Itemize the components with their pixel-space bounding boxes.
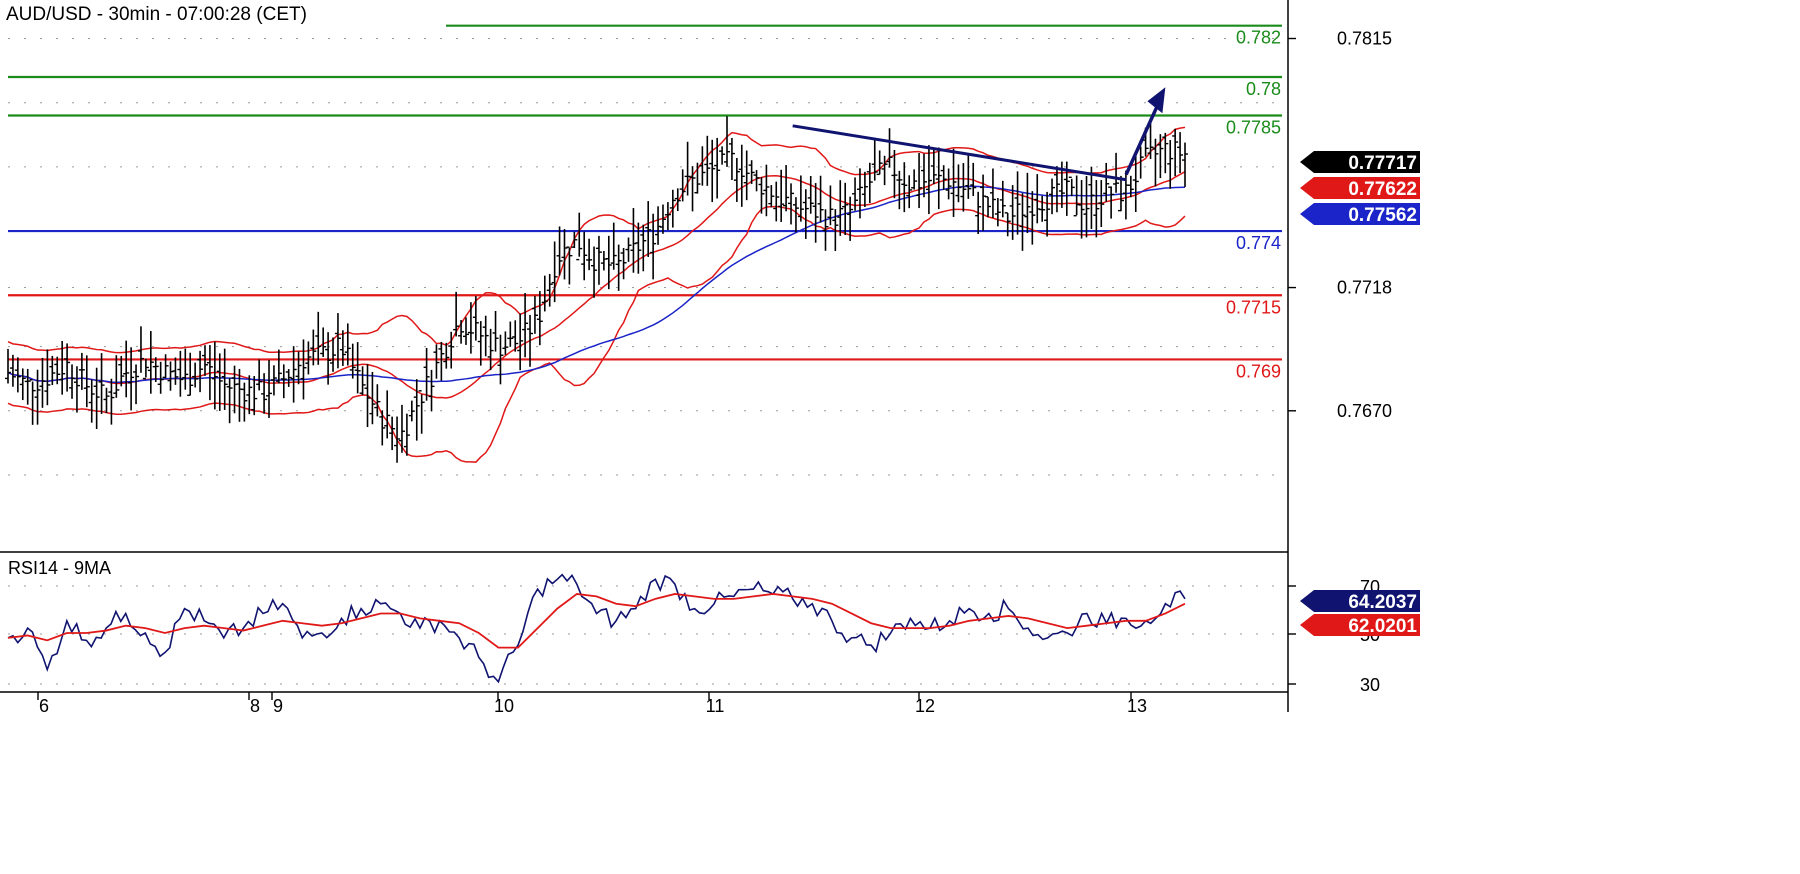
price-tag-label: 0.77717	[1348, 153, 1417, 174]
rsi-tag-label: 62.0201	[1348, 616, 1417, 637]
rsi-y-tick-label: 30	[1360, 675, 1380, 695]
level-label: 0.78	[1246, 79, 1281, 99]
rsi-tag-label: 64.2037	[1348, 592, 1417, 613]
level-label: 0.774	[1236, 233, 1281, 253]
y-tick-label: 0.7718	[1337, 278, 1392, 298]
x-tick-label: 8	[250, 696, 260, 716]
x-tick-label: 10	[494, 696, 514, 716]
projection-arrow-shaft	[1124, 100, 1161, 176]
y-tick-label: 0.7815	[1337, 29, 1392, 49]
x-tick-label: 6	[39, 696, 49, 716]
rsi-title: RSI14 - 9MA	[8, 558, 111, 578]
rsi-ma-line	[7, 593, 1186, 649]
x-tick-label: 12	[915, 696, 935, 716]
y-tick-label: 0.7670	[1337, 401, 1392, 421]
price-bars	[5, 116, 1188, 463]
level-label: 0.782	[1236, 28, 1281, 48]
overlay-layer	[792, 87, 1166, 182]
axis-labels: 0.7815 0.7718 0.7670 6 8 9 10 11 12 13	[37, 29, 1392, 716]
chart-canvas: 0.7820.780.77850.7740.77150.769 0.78150.…	[0, 0, 1420, 716]
rsi-panel: 70503064.203762.0201	[7, 573, 1420, 695]
price-tag-label: 0.77562	[1348, 205, 1417, 226]
x-tick-label: 9	[273, 696, 283, 716]
price-tag-label: 0.77622	[1348, 179, 1417, 200]
level-label: 0.7785	[1226, 118, 1281, 138]
level-label: 0.7715	[1226, 297, 1281, 317]
x-tick-label: 13	[1127, 696, 1147, 716]
price-tags: 0.77717 0.77622 0.77562	[1300, 151, 1420, 226]
x-tick-label: 11	[706, 696, 725, 716]
level-label: 0.769	[1236, 361, 1281, 381]
chart-title: AUD/USD - 30min - 07:00:28 (CET)	[6, 4, 307, 25]
bollinger-lower	[7, 205, 1186, 463]
